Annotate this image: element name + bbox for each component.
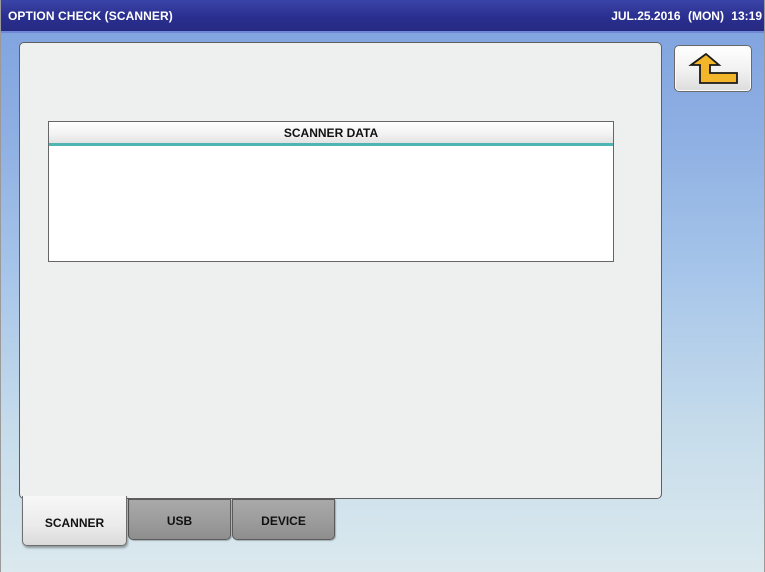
content-panel bbox=[19, 42, 662, 499]
return-arrow-icon bbox=[688, 52, 738, 84]
tab-scanner-label: SCANNER bbox=[44, 516, 105, 530]
scanner-data-box: SCANNER DATA bbox=[48, 121, 614, 262]
tab-usb-label: USB bbox=[166, 514, 193, 528]
time-text: 13:19 bbox=[731, 9, 762, 23]
screen: OPTION CHECK (SCANNER) JUL.25.2016 (MON)… bbox=[0, 0, 765, 572]
weekday-text: (MON) bbox=[687, 9, 724, 23]
title-bar: OPTION CHECK (SCANNER) JUL.25.2016 (MON)… bbox=[1, 0, 764, 33]
tab-device[interactable]: DEVICE bbox=[232, 499, 335, 540]
back-button[interactable] bbox=[674, 45, 752, 92]
tab-device-label: DEVICE bbox=[261, 514, 306, 528]
page-title: OPTION CHECK (SCANNER) bbox=[8, 9, 173, 23]
date-text: JUL.25.2016 bbox=[611, 9, 681, 23]
date-time-display: JUL.25.2016 (MON) 13:19 bbox=[611, 9, 762, 23]
tab-scanner[interactable]: SCANNER bbox=[22, 496, 127, 546]
scanner-data-heading: SCANNER DATA bbox=[283, 126, 379, 140]
scanner-data-content bbox=[49, 146, 613, 261]
scanner-data-header: SCANNER DATA bbox=[49, 122, 613, 146]
tab-usb[interactable]: USB bbox=[128, 499, 231, 540]
